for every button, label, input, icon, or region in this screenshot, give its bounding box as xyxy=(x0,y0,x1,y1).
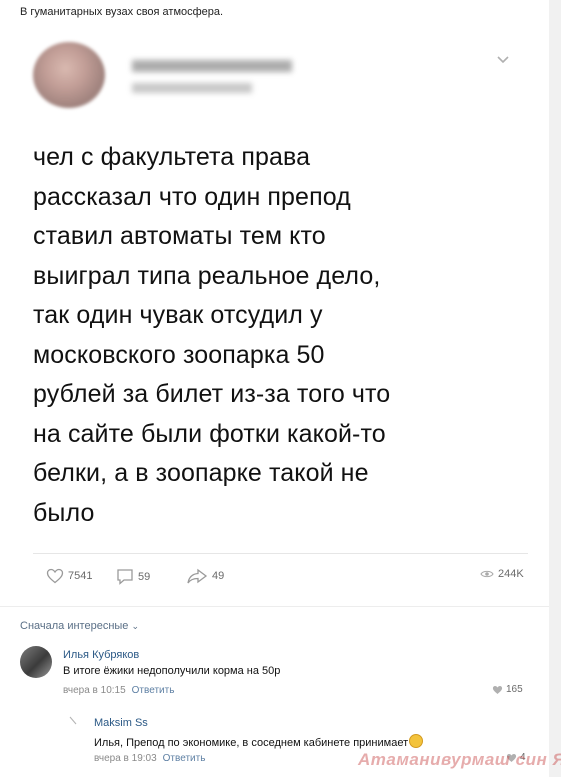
comment-text: В итоге ёжики недополучили корма на 50р xyxy=(63,665,281,677)
sort-comments-dropdown[interactable]: Сначала интересные ⌄ xyxy=(20,620,139,632)
comment-meta: вчера в 19:03 Ответить xyxy=(94,753,205,764)
watermark: Атаманивурмаш син ЯП xyxy=(358,750,561,769)
post-line: ставил автоматы тем кто xyxy=(33,222,326,250)
comment-meta: вчера в 10:15 Ответить xyxy=(63,685,174,696)
post-line: так один чувак отсудил у xyxy=(33,301,323,329)
comment-author[interactable]: Maksim Ss xyxy=(94,717,148,729)
comment-text: Илья, Препод по экономике, в соседнем ка… xyxy=(94,734,424,749)
heart-icon xyxy=(492,685,503,694)
views-count: 244K xyxy=(498,568,524,580)
comment-count: 59 xyxy=(138,570,151,583)
heart-icon xyxy=(46,568,64,584)
post-line: на сайте были фотки какой-то xyxy=(33,419,386,448)
post-line: белки, а в зоопарке такой не xyxy=(33,459,369,487)
avatar[interactable] xyxy=(20,646,52,678)
wink-emoji-icon xyxy=(409,734,424,748)
post-line: было xyxy=(33,498,95,527)
comment-like-count: 165 xyxy=(506,684,523,695)
chevron-down-icon: ⌄ xyxy=(131,621,140,631)
views-counter: 244K xyxy=(480,568,524,580)
comment-time: вчера в 10:15 xyxy=(63,685,126,696)
page-right-edge xyxy=(549,0,561,777)
share-arrow-icon xyxy=(187,568,208,584)
comment-button[interactable]: 59 xyxy=(116,568,150,585)
sort-label: Сначала интересные xyxy=(20,620,129,632)
like-count: 7541 xyxy=(68,570,93,582)
divider xyxy=(0,606,549,607)
comment-author[interactable]: Илья Кубряков xyxy=(63,649,139,661)
author-name-blurred xyxy=(132,60,292,72)
post-actions: 7541 59 49 244K xyxy=(0,568,549,588)
post-line: рассказал что один препод xyxy=(33,182,351,211)
like-button[interactable]: 7541 xyxy=(46,568,92,584)
reply-thread-icon xyxy=(69,716,77,725)
author-handle-blurred xyxy=(132,83,252,93)
post-line: московского зоопарка 50 xyxy=(33,340,325,369)
chevron-down-icon[interactable] xyxy=(496,52,510,66)
author-avatar-blurred xyxy=(33,42,105,108)
divider xyxy=(33,553,528,554)
post-text: чел с факультета права рассказал что оди… xyxy=(33,138,503,533)
comment-text-content: Илья, Препод по экономике, в соседнем ка… xyxy=(94,737,409,749)
comment-time: вчера в 19:03 xyxy=(94,753,157,764)
post-caption: В гуманитарных вузах своя атмосфера. xyxy=(20,6,224,18)
reply-link[interactable]: Ответить xyxy=(132,685,175,696)
share-button[interactable]: 49 xyxy=(186,568,224,584)
post-line: рублей за билет из-за того что xyxy=(33,380,391,408)
comment-like-button[interactable]: 165 xyxy=(492,684,523,695)
post-line: выиграл типа реальное дело, xyxy=(33,261,381,290)
share-count: 49 xyxy=(212,570,225,582)
comment-icon xyxy=(117,569,133,585)
eye-icon xyxy=(480,570,494,578)
post-line: чел с факультета права xyxy=(33,143,311,171)
reply-link[interactable]: Ответить xyxy=(163,753,206,764)
